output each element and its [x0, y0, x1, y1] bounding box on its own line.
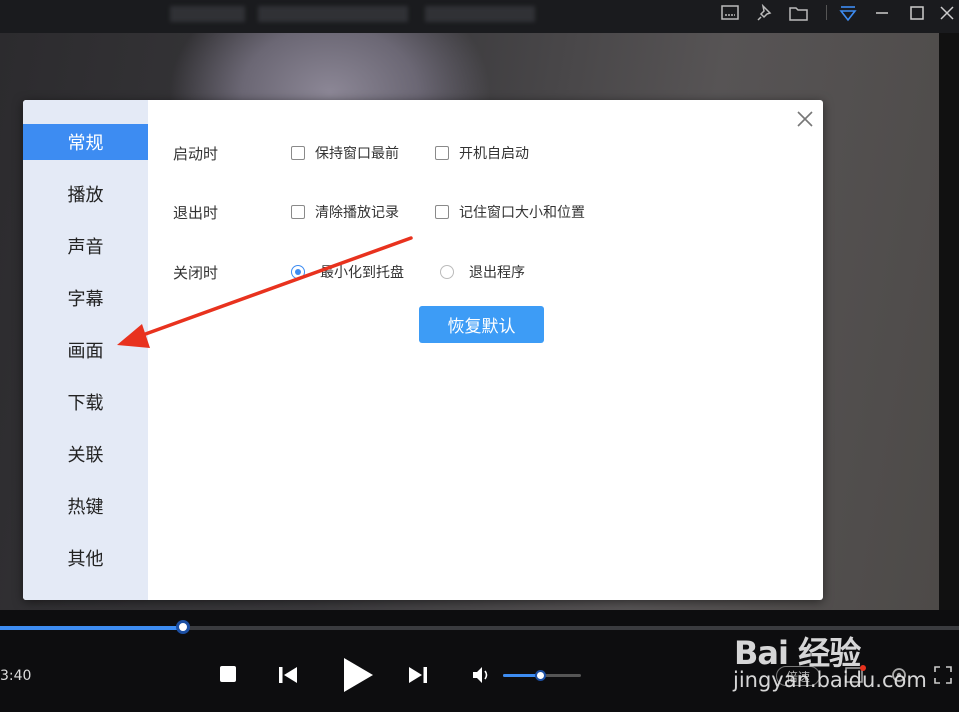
keep-on-top-label: 保持窗口最前 [315, 146, 399, 162]
clear-history-option[interactable]: 清除播放记录 [291, 202, 399, 222]
keep-on-top-checkbox[interactable] [291, 146, 305, 160]
subtitle-icon[interactable] [716, 2, 744, 24]
folder-icon[interactable] [785, 2, 813, 24]
window-title-blurred [425, 6, 535, 22]
clear-history-label: 清除播放记录 [315, 205, 399, 221]
minimize-to-tray-label: 最小化到托盘 [320, 265, 404, 281]
sidebar-item-audio[interactable]: 声音 [23, 228, 148, 264]
settings-dialog: 常规 播放 声音 字幕 画面 下载 关联 热键 其他 启动时 保持窗口最前 开机… [23, 100, 823, 600]
stop-icon[interactable] [216, 662, 240, 686]
sidebar-item-subtitles[interactable]: 字幕 [23, 280, 148, 316]
exit-program-radio[interactable] [440, 265, 454, 279]
sidebar-item-playback[interactable]: 播放 [23, 176, 148, 212]
settings-sidebar: 常规 播放 声音 字幕 画面 下载 关联 热键 其他 [23, 100, 148, 600]
dropdown-menu-icon[interactable] [834, 2, 862, 24]
exit-label: 退出时 [173, 204, 219, 222]
sidebar-item-download[interactable]: 下载 [23, 384, 148, 420]
exit-program-option[interactable]: 退出程序 [440, 262, 525, 282]
sidebar-item-picture[interactable]: 画面 [23, 332, 148, 368]
sidebar-item-other[interactable]: 其他 [23, 540, 148, 576]
sidebar-item-hotkeys[interactable]: 热键 [23, 488, 148, 524]
dialog-close-icon[interactable] [794, 108, 816, 130]
progress-handle[interactable] [176, 620, 190, 634]
minimize-to-tray-radio[interactable] [291, 265, 305, 279]
toolbar-divider [826, 5, 827, 20]
autostart-option[interactable]: 开机自启动 [435, 143, 529, 163]
minimize-icon[interactable] [868, 2, 896, 24]
remember-window-checkbox[interactable] [435, 205, 449, 219]
next-icon[interactable] [404, 662, 432, 688]
keep-on-top-option[interactable]: 保持窗口最前 [291, 143, 399, 163]
remember-window-label: 记住窗口大小和位置 [459, 205, 585, 221]
volume-handle[interactable] [535, 670, 546, 681]
autostart-checkbox[interactable] [435, 146, 449, 160]
sidebar-item-association[interactable]: 关联 [23, 436, 148, 472]
title-bar [0, 0, 959, 33]
clear-history-checkbox[interactable] [291, 205, 305, 219]
restore-defaults-button[interactable]: 恢复默认 [419, 306, 544, 343]
fullscreen-icon[interactable] [930, 662, 956, 688]
window-title-blurred [258, 6, 408, 22]
close-behavior-label: 关闭时 [173, 264, 219, 282]
sidebar-item-general[interactable]: 常规 [23, 124, 148, 160]
previous-icon[interactable] [274, 662, 302, 688]
volume-icon[interactable] [468, 662, 496, 688]
time-elapsed: 3:40 [0, 668, 32, 684]
window-title-blurred [170, 6, 245, 22]
watermark-site: jingyan.baidu.com [733, 668, 927, 692]
progress-fill [0, 626, 183, 630]
startup-label: 启动时 [173, 145, 219, 163]
play-icon[interactable] [336, 654, 380, 696]
video-side-edge [939, 33, 959, 610]
minimize-to-tray-option[interactable]: 最小化到托盘 [291, 262, 404, 282]
autostart-label: 开机自启动 [459, 146, 529, 162]
exit-program-label: 退出程序 [469, 265, 525, 281]
window-close-icon[interactable] [933, 2, 959, 24]
maximize-icon[interactable] [903, 2, 931, 24]
pin-icon[interactable] [751, 2, 779, 24]
remember-window-option[interactable]: 记住窗口大小和位置 [435, 202, 585, 222]
